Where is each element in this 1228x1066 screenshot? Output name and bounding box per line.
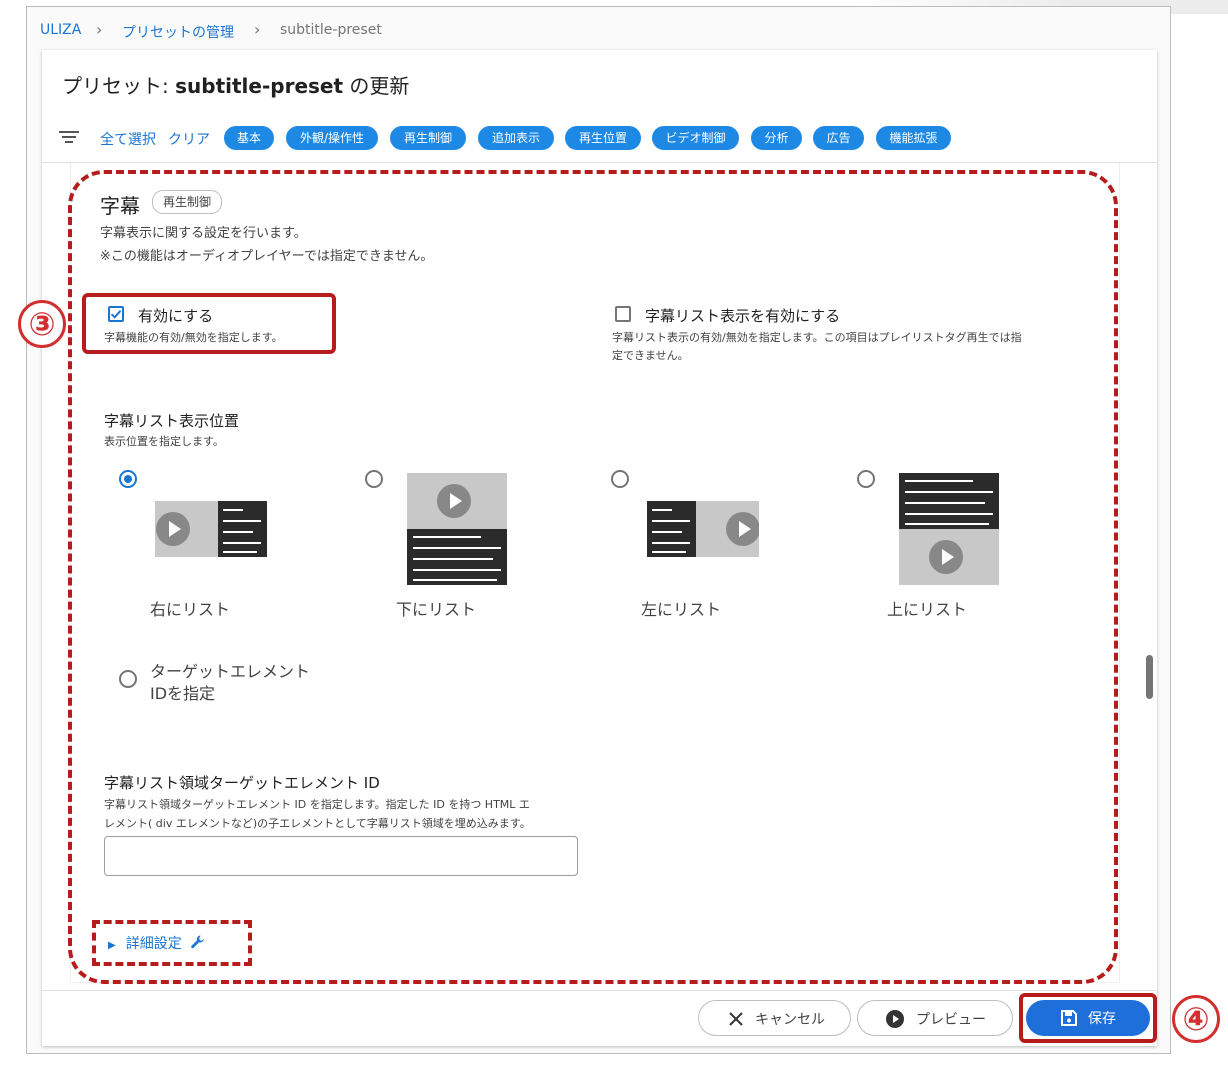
select-all-link[interactable]: 全て選択 — [100, 129, 156, 149]
title-suffix: の更新 — [343, 74, 410, 98]
annotation-dashed-advanced — [92, 920, 252, 966]
chip-additional-display[interactable]: 追加表示 — [478, 126, 554, 150]
chip-playback-control[interactable]: 再生制御 — [390, 126, 466, 150]
breadcrumb-separator: › — [96, 20, 103, 39]
breadcrumb-preset-management[interactable]: プリセットの管理 — [122, 22, 234, 42]
scrollbar-thumb[interactable] — [1146, 655, 1153, 699]
preview-label: プレビュー — [916, 1012, 986, 1028]
chip-extensions[interactable]: 機能拡張 — [876, 126, 951, 150]
annotation-marker-3: ③ — [18, 300, 66, 348]
chip-ads[interactable]: 広告 — [813, 126, 864, 150]
filter-icon[interactable] — [58, 128, 80, 146]
annotation-box-enable — [82, 293, 336, 354]
footer-divider — [42, 990, 1157, 991]
cancel-label: キャンセル — [755, 1012, 825, 1028]
chip-analytics[interactable]: 分析 — [751, 126, 802, 150]
close-icon — [729, 1012, 743, 1026]
cancel-button[interactable]: キャンセル — [698, 1000, 851, 1036]
page-title: プリセット: subtitle-preset の更新 — [62, 70, 409, 99]
chip-playback-position[interactable]: 再生位置 — [565, 126, 641, 150]
chip-video-control[interactable]: ビデオ制御 — [652, 126, 739, 150]
preview-button[interactable]: プレビュー — [857, 1000, 1013, 1036]
clear-link[interactable]: クリア — [168, 129, 210, 149]
breadcrumb-current: subtitle-preset — [280, 22, 382, 38]
annotation-box-save — [1019, 993, 1157, 1043]
title-prefix: プリセット: — [62, 74, 176, 98]
breadcrumb-uliza[interactable]: ULIZA — [40, 22, 81, 38]
breadcrumb-separator: › — [254, 20, 261, 39]
preset-name: subtitle-preset — [175, 74, 344, 98]
chip-basic[interactable]: 基本 — [224, 126, 274, 150]
chip-appearance[interactable]: 外観/操作性 — [286, 126, 378, 150]
play-circle-icon — [886, 1010, 904, 1028]
annotation-marker-4: ④ — [1172, 995, 1220, 1043]
